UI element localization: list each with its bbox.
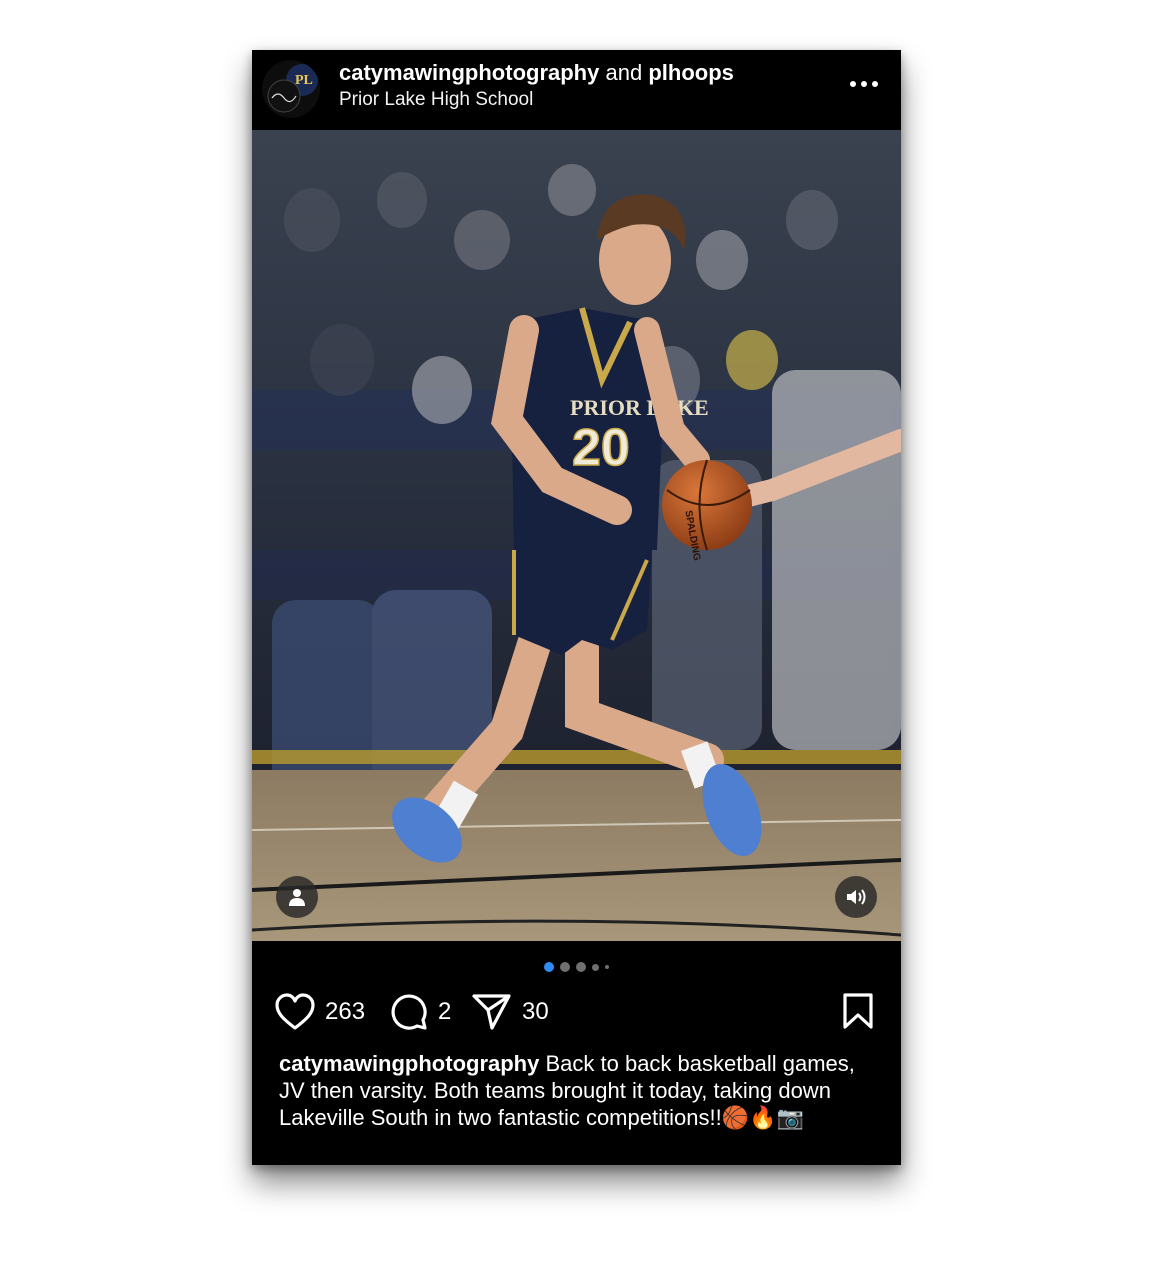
profile-avatar[interactable]: PL [262,60,320,118]
carousel-dot [560,962,570,972]
speaker-icon [847,889,866,905]
post-photo[interactable]: PRIOR LAKE 20 SPALDING [252,130,901,941]
instagram-post-card: PL catymawingphotography and plhoops Pri… [252,50,901,1165]
carousel-indicator [252,962,901,972]
comment-count: 2 [438,998,452,1025]
more-horizontal-icon[interactable] [849,74,879,94]
send-icon [472,994,511,1030]
post-usernames: catymawingphotography and plhoops [339,60,734,86]
avatar-logo-text: PL [295,73,313,88]
sound-toggle-button[interactable] [835,876,877,918]
post-header: PL catymawingphotography and plhoops Pri… [252,50,901,130]
save-button[interactable] [841,992,875,1035]
carousel-dot-active [544,962,554,972]
carousel-dot [592,963,599,971]
heart-icon [275,993,315,1030]
caption-username[interactable]: catymawingphotography [279,1051,539,1076]
comment-icon [391,994,427,1030]
person-icon [289,889,305,906]
like-button[interactable]: 263 [275,990,365,1034]
tagged-people-button[interactable] [276,876,318,918]
carousel-dot [576,962,586,972]
post-location[interactable]: Prior Lake High School [339,88,533,112]
share-count: 30 [522,998,549,1025]
author-username[interactable]: catymawingphotography [339,60,599,85]
carousel-dot [605,965,609,969]
jersey-number: 20 [572,419,630,477]
collaborator-username[interactable]: plhoops [648,60,734,85]
bookmark-icon [843,993,873,1029]
basketball-player-image: PRIOR LAKE 20 SPALDING [252,130,901,941]
jersey-text: PRIOR LAKE [570,395,709,420]
post-caption: catymawingphotography Back to back baske… [279,1050,869,1131]
share-button[interactable]: 30 [472,990,549,1034]
comment-button[interactable]: 2 [390,990,451,1034]
post-actions: 263 2 30 [252,990,901,1034]
like-count: 263 [325,998,366,1025]
username-connector: and [605,60,643,85]
